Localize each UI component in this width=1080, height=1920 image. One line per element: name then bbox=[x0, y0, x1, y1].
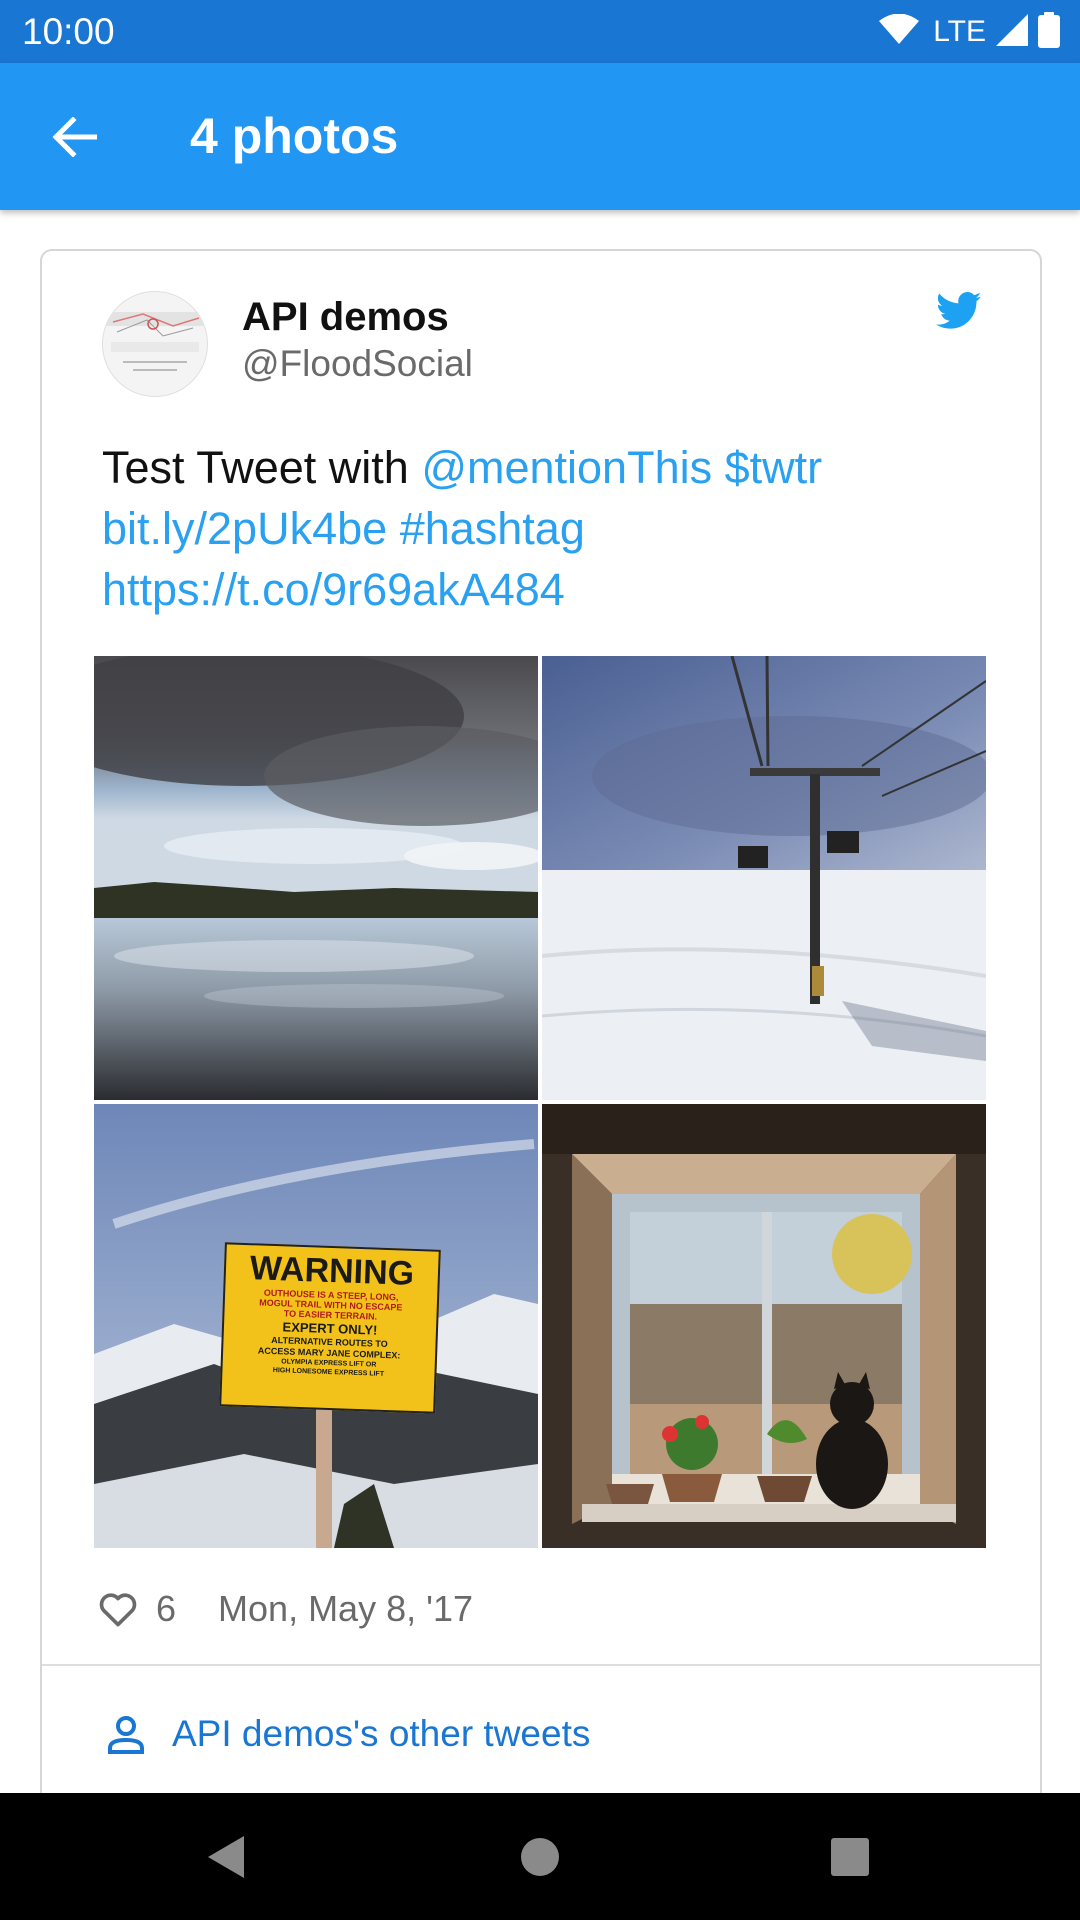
mention-link[interactable]: @mentionThis bbox=[421, 442, 712, 493]
tweet-card: API demos @FloodSocial Test Tweet with @… bbox=[40, 249, 1042, 1853]
cashtag-link[interactable]: $twtr bbox=[725, 442, 823, 493]
wifi-icon bbox=[879, 13, 920, 51]
nav-back-icon[interactable] bbox=[194, 1825, 258, 1889]
author-name[interactable]: API demos bbox=[242, 293, 449, 341]
twitter-bird-icon[interactable] bbox=[936, 291, 982, 331]
tweet-date[interactable]: Mon, May 8, '17 bbox=[218, 1588, 473, 1630]
tweet-text: Test Tweet with @mentionThis $twtr bit.l… bbox=[102, 437, 982, 620]
divider bbox=[42, 1664, 1040, 1666]
other-tweets-link[interactable]: API demos's other tweets bbox=[102, 1704, 590, 1764]
arrow-back-icon[interactable] bbox=[46, 109, 102, 165]
nav-recents-icon[interactable] bbox=[818, 1825, 882, 1889]
short-link[interactable]: bit.ly/2pUk4be bbox=[102, 503, 387, 554]
other-tweets-label: API demos's other tweets bbox=[172, 1713, 591, 1754]
nav-home-icon[interactable] bbox=[508, 1825, 572, 1889]
tweet-text-plain: Test Tweet with bbox=[102, 442, 422, 493]
status-time: 10:00 bbox=[22, 11, 115, 52]
page-title: 4 photos bbox=[190, 108, 399, 164]
network-type: LTE bbox=[933, 15, 986, 48]
battery-icon bbox=[1038, 11, 1060, 53]
like-count: 6 bbox=[156, 1588, 177, 1629]
person-icon bbox=[102, 1710, 150, 1758]
lake-reflection-photo[interactable] bbox=[94, 656, 538, 1100]
photo-grid: WARNING OUTHOUSE IS A STEEP, LONG, MOGUL… bbox=[94, 656, 988, 1550]
url-link[interactable]: https://t.co/9r69akA484 bbox=[102, 564, 565, 615]
status-icons: LTE bbox=[879, 11, 1060, 53]
hashtag-link[interactable]: #hashtag bbox=[400, 503, 585, 554]
heart-icon[interactable] bbox=[96, 1587, 140, 1631]
cat-window-photo[interactable] bbox=[542, 1104, 986, 1548]
tweet-meta: 6 Mon, May 8, '17 bbox=[94, 1581, 473, 1637]
warning-sign: WARNING OUTHOUSE IS A STEEP, LONG, MOGUL… bbox=[219, 1242, 441, 1414]
avatar[interactable] bbox=[102, 291, 208, 397]
author-handle[interactable]: @FloodSocial bbox=[242, 341, 473, 387]
cell-signal-icon bbox=[996, 13, 1028, 51]
status-bar: 10:00 LTE bbox=[0, 0, 1080, 63]
navigation-bar bbox=[0, 1793, 1080, 1920]
warning-sign-heading: WARNING bbox=[249, 1249, 415, 1293]
ski-lift-photo[interactable] bbox=[542, 656, 986, 1100]
app-bar: 4 photos bbox=[0, 63, 1080, 210]
warning-sign-photo[interactable]: WARNING OUTHOUSE IS A STEEP, LONG, MOGUL… bbox=[94, 1104, 538, 1548]
